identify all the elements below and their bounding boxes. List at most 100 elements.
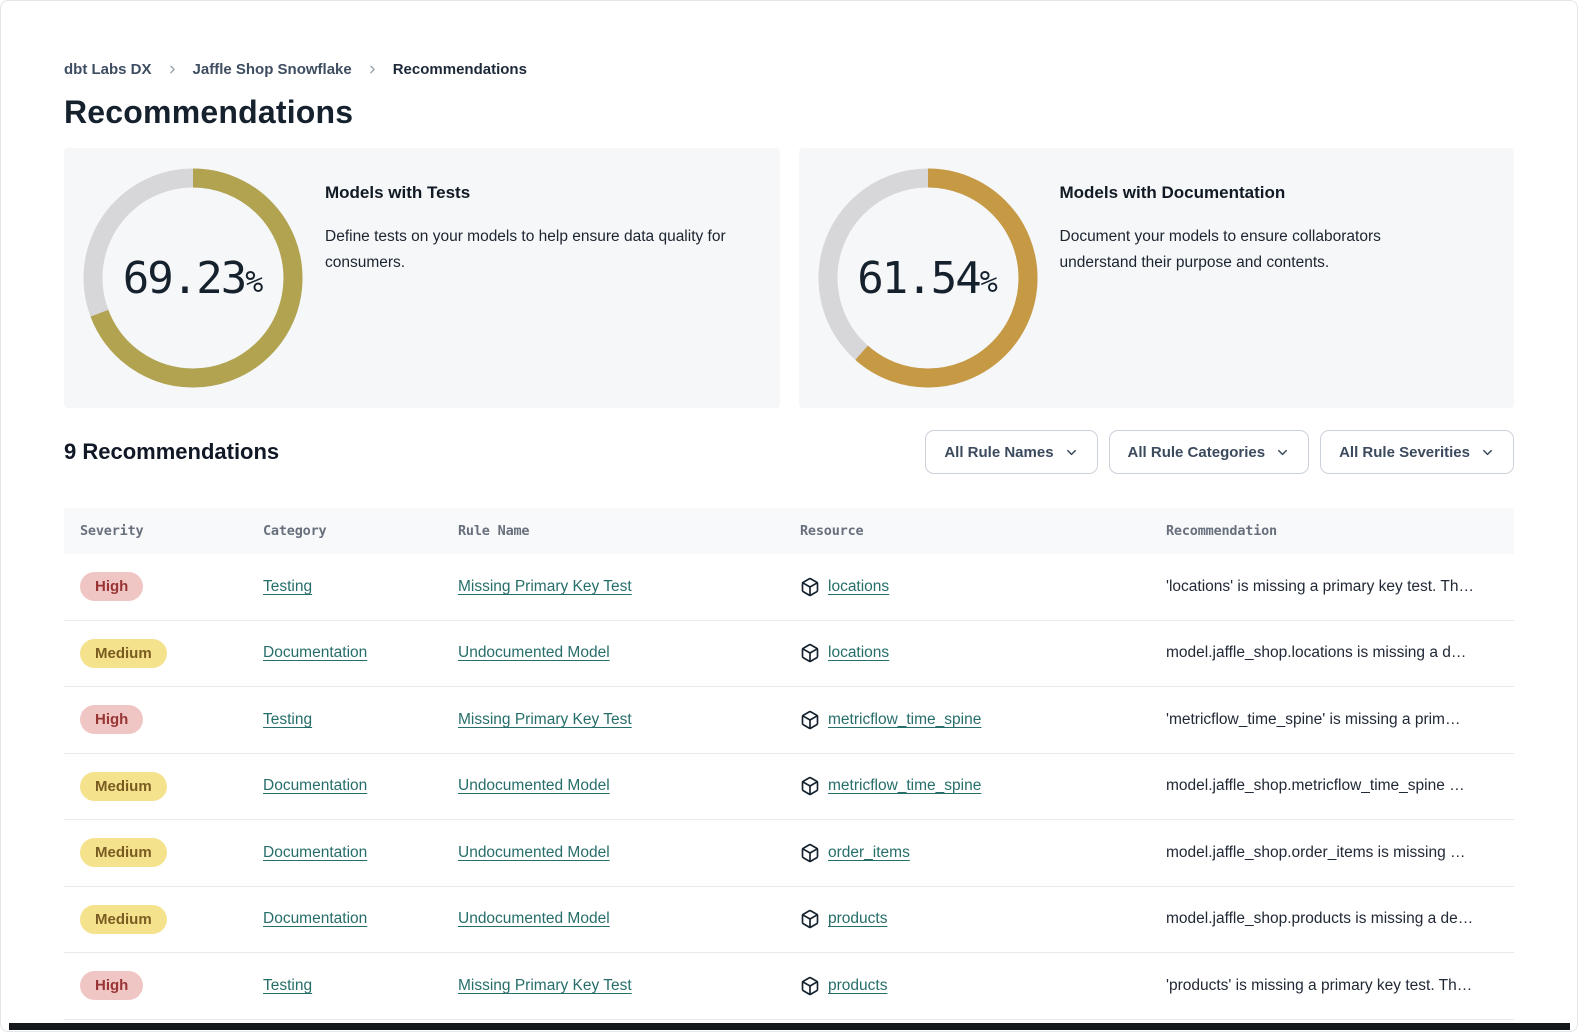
recommendations-page: dbt Labs DX Jaffle Shop Snowflake Recomm… [0,0,1578,1032]
resource-link[interactable]: order_items [828,844,910,862]
rule-name-cell: Undocumented Model [442,844,784,862]
model-cube-icon [800,909,820,929]
card-description: Document your models to ensure collabora… [1060,224,1432,276]
resource-link[interactable]: locations [828,644,889,662]
category-cell: Documentation [247,844,442,862]
severity-badge: Medium [80,838,167,867]
category-link[interactable]: Documentation [263,844,367,862]
recommendation-text: model.jaffle_shop.metricflow_time_spine … [1166,777,1465,795]
recommendation-text: model.jaffle_shop.products is missing a … [1166,910,1473,928]
resource-cell: products [784,976,1150,996]
recommendation-cell: 'metricflow_time_spine' is missing a pri… [1150,711,1514,729]
resource-link[interactable]: products [828,977,887,995]
table-row: High Testing Missing Primary Key Test lo… [64,554,1514,621]
category-link[interactable]: Documentation [263,644,367,662]
severity-cell: High [64,971,247,1000]
category-cell: Testing [247,977,442,995]
table-body: High Testing Missing Primary Key Test lo… [64,554,1514,1020]
column-header-category: Category [247,523,442,539]
category-link[interactable]: Documentation [263,910,367,928]
severity-badge: Medium [80,639,167,668]
table-row: High Testing Missing Primary Key Test pr… [64,953,1514,1020]
severity-cell: High [64,705,247,734]
rule-name-cell: Undocumented Model [442,644,784,662]
table-header-row: Severity Category Rule Name Resource Rec… [64,508,1514,554]
documentation-donut-chart: 61.54% [818,168,1038,388]
breadcrumb-account-link[interactable]: dbt Labs DX [64,61,152,78]
category-link[interactable]: Testing [263,977,312,995]
severity-badge: High [80,572,143,601]
rule-names-filter-dropdown[interactable]: All Rule Names [925,430,1097,474]
resource-link[interactable]: metricflow_time_spine [828,711,981,729]
recommendation-text: 'locations' is missing a primary key tes… [1166,578,1474,596]
recommendation-text: 'products' is missing a primary key test… [1166,977,1472,995]
category-cell: Testing [247,578,442,596]
tests-donut-chart: 69.23% [83,168,303,388]
rule-name-cell: Missing Primary Key Test [442,711,784,729]
category-link[interactable]: Testing [263,578,312,596]
breadcrumb-current: Recommendations [393,61,527,78]
severity-badge: Medium [80,905,167,934]
rule-name-link[interactable]: Missing Primary Key Test [458,578,632,596]
filters: All Rule Names All Rule Categories All R… [925,430,1514,474]
severity-cell: Medium [64,905,247,934]
filter-label: All Rule Categories [1128,444,1266,461]
rule-name-link[interactable]: Undocumented Model [458,644,610,662]
rule-name-link[interactable]: Missing Primary Key Test [458,977,632,995]
resource-cell: locations [784,643,1150,663]
column-header-severity: Severity [64,523,247,539]
model-cube-icon [800,643,820,663]
resource-cell: metricflow_time_spine [784,710,1150,730]
column-header-rule-name: Rule Name [442,523,784,539]
models-with-tests-card: 69.23% Models with Tests Define tests on… [64,148,780,408]
breadcrumb: dbt Labs DX Jaffle Shop Snowflake Recomm… [64,1,1514,78]
resource-cell: metricflow_time_spine [784,776,1150,796]
recommendation-cell: model.jaffle_shop.locations is missing a… [1150,644,1514,662]
category-link[interactable]: Testing [263,711,312,729]
rule-name-cell: Undocumented Model [442,910,784,928]
rule-severities-filter-dropdown[interactable]: All Rule Severities [1320,430,1514,474]
resource-cell: locations [784,577,1150,597]
severity-cell: Medium [64,772,247,801]
resource-cell: products [784,909,1150,929]
severity-badge: High [80,971,143,1000]
rule-name-link[interactable]: Undocumented Model [458,910,610,928]
card-description: Define tests on your models to help ensu… [325,224,760,276]
resource-link[interactable]: metricflow_time_spine [828,777,981,795]
bottom-cutoff-bar [9,1023,1570,1030]
breadcrumb-project-link[interactable]: Jaffle Shop Snowflake [193,61,352,78]
recommendation-text: model.jaffle_shop.locations is missing a… [1166,644,1466,662]
table-row: High Testing Missing Primary Key Test me… [64,687,1514,754]
severity-cell: Medium [64,639,247,668]
resource-link[interactable]: products [828,910,887,928]
recommendation-cell: 'products' is missing a primary key test… [1150,977,1514,995]
tests-percentage: 69.23% [83,168,303,388]
model-cube-icon [800,776,820,796]
rule-name-cell: Missing Primary Key Test [442,977,784,995]
rule-name-link[interactable]: Undocumented Model [458,844,610,862]
chevron-down-icon [1064,445,1079,460]
table-row: Medium Documentation Undocumented Model … [64,621,1514,688]
documentation-percentage: 61.54% [818,168,1038,388]
filter-label: All Rule Severities [1339,444,1470,461]
table-row: Medium Documentation Undocumented Model … [64,754,1514,821]
column-header-recommendation: Recommendation [1150,523,1514,539]
rule-name-link[interactable]: Missing Primary Key Test [458,711,632,729]
filter-label: All Rule Names [944,444,1053,461]
recommendation-text: model.jaffle_shop.order_items is missing… [1166,844,1466,862]
model-cube-icon [800,577,820,597]
models-with-documentation-card: 61.54% Models with Documentation Documen… [799,148,1515,408]
rule-categories-filter-dropdown[interactable]: All Rule Categories [1109,430,1310,474]
model-cube-icon [800,710,820,730]
severity-cell: High [64,572,247,601]
table-row: Medium Documentation Undocumented Model … [64,820,1514,887]
recommendation-cell: model.jaffle_shop.products is missing a … [1150,910,1514,928]
category-cell: Documentation [247,777,442,795]
page-title: Recommendations [64,94,1514,131]
chevron-down-icon [1275,445,1290,460]
category-link[interactable]: Documentation [263,777,367,795]
column-header-resource: Resource [784,523,1150,539]
rule-name-link[interactable]: Undocumented Model [458,777,610,795]
category-cell: Documentation [247,644,442,662]
resource-link[interactable]: locations [828,578,889,596]
